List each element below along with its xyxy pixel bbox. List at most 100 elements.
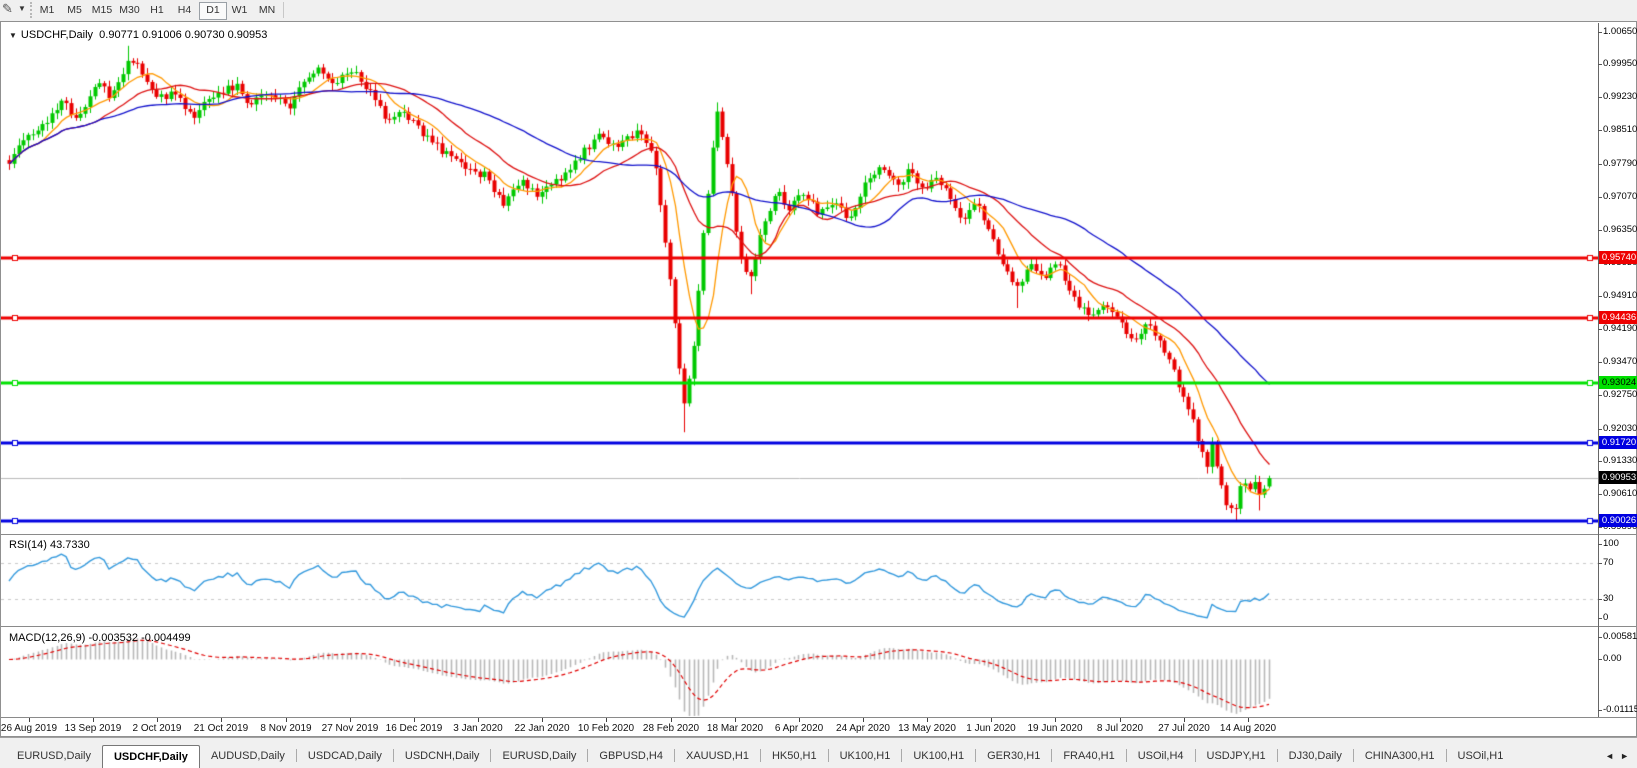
rsi-scale-dash [1598, 544, 1602, 545]
x-axis-tick [1120, 718, 1121, 722]
macd-scale-label: 0.00 [1603, 653, 1622, 664]
current-price-tag: 0.90953 [1599, 471, 1637, 484]
price-line-tag: 0.90026 [1599, 514, 1637, 527]
chart-tab-HK50H1[interactable]: HK50,H1 [761, 746, 828, 766]
rsi-scale-label: 100 [1603, 538, 1619, 549]
chart-tab-USOilH1[interactable]: USOil,H1 [1447, 746, 1515, 766]
macd-scale-label: -0.011151 [1603, 704, 1637, 715]
timeframe-button-M15[interactable]: M15 [89, 2, 115, 18]
price-axis-tick-dash [1598, 163, 1602, 165]
chart-tab-FRA40H1[interactable]: FRA40,H1 [1052, 746, 1125, 766]
macd-canvas[interactable] [1, 628, 1598, 718]
price-axis-tick-dash [1598, 64, 1602, 66]
chart-tab-USOilH4[interactable]: USOil,H4 [1127, 746, 1195, 766]
price-line-tag: 0.95740 [1599, 251, 1637, 264]
chart-tab-DJ30Daily[interactable]: DJ30,Daily [1278, 746, 1353, 766]
price-line-tag: 0.91720 [1599, 436, 1637, 449]
x-axis-tick [1184, 718, 1185, 722]
chart-tab-AUDUSDDaily[interactable]: AUDUSD,Daily [200, 746, 296, 766]
time-axis-border [1, 717, 1636, 718]
timeframe-button-H4[interactable]: H4 [172, 2, 198, 18]
price-axis-tick-dash [1598, 229, 1602, 231]
timeframe-button-M1[interactable]: M1 [34, 2, 60, 18]
x-axis-tick [671, 718, 672, 722]
chart-tab-XAUUSDH1[interactable]: XAUUSD,H1 [675, 746, 760, 766]
x-axis-tick [478, 718, 479, 722]
price-line-tag: 0.94436 [1599, 311, 1637, 324]
chart-window: ▼ USDCHF,Daily 0.90771 0.91006 0.90730 0.… [0, 21, 1637, 737]
tab-scroll-arrows: ◄ ► [1601, 751, 1637, 768]
x-axis-tick [286, 718, 287, 722]
price-axis-tick: 0.92030 [1603, 422, 1637, 434]
x-axis-tick [863, 718, 864, 722]
price-axis-tick: 0.99950 [1603, 58, 1637, 70]
rsi-scale-label: 30 [1603, 593, 1614, 604]
tab-scroll-left-icon[interactable]: ◄ [1605, 751, 1614, 761]
panel-splitter-macd[interactable] [1, 626, 1636, 627]
dropdown-caret-icon[interactable]: ▼ [18, 4, 26, 13]
macd-scale-dash [1598, 637, 1602, 638]
x-axis-tick [542, 718, 543, 722]
price-axis-tick-dash [1598, 329, 1602, 331]
price-axis-tick-dash [1598, 296, 1602, 298]
mt4-window: ✎ ▼ M1 M5 M15 M30 H1 H4 D1 W1 MN ▼ USDCHF,Daily 0… [0, 0, 1637, 768]
price-axis-border [1598, 23, 1599, 717]
timeframe-button-H1[interactable]: H1 [144, 2, 170, 18]
price-axis-tick: 0.91330 [1603, 454, 1637, 466]
chart-tab-EURUSDDaily[interactable]: EURUSD,Daily [6, 746, 102, 766]
price-axis-tick: 0.98510 [1603, 124, 1637, 136]
chart-ohlc-values: 0.90771 0.91006 0.90730 0.90953 [99, 29, 268, 41]
panel-splitter-rsi[interactable] [1, 534, 1636, 535]
x-axis-tick [29, 718, 30, 722]
chart-symbol-label: USDCHF,Daily [20, 29, 94, 41]
x-axis-tick [927, 718, 928, 722]
x-axis-tick [991, 718, 992, 722]
chart-tab-USDCNHDaily[interactable]: USDCNH,Daily [394, 746, 491, 766]
rsi-scale-label: 0 [1603, 612, 1609, 623]
price-axis-tick: 1.00650 [1603, 25, 1637, 37]
price-axis-tick-dash [1598, 460, 1602, 462]
rsi-canvas[interactable] [1, 536, 1598, 626]
price-axis-tick: 0.92750 [1603, 389, 1637, 401]
chart-title: ▼ USDCHF,Daily 0.90771 0.91006 0.90730 0.… [9, 29, 267, 41]
chart-tab-GER30H1[interactable]: GER30,H1 [976, 746, 1051, 766]
chart-tab-UK100H1[interactable]: UK100,H1 [829, 746, 902, 766]
chart-tab-GBPUSDH4[interactable]: GBPUSD,H4 [588, 746, 674, 766]
x-axis-tick [1248, 718, 1249, 722]
tab-scroll-right-icon[interactable]: ► [1620, 751, 1629, 761]
macd-scale-dash [1598, 659, 1602, 660]
price-axis-tick-dash [1598, 130, 1602, 132]
x-axis-tick [799, 718, 800, 722]
rsi-scale-dash [1598, 563, 1602, 564]
price-axis-tick: 0.97070 [1603, 190, 1637, 202]
timeframe-button-M30[interactable]: M30 [117, 2, 143, 18]
chart-tab-EURUSDDaily[interactable]: EURUSD,Daily [491, 746, 587, 766]
price-axis-tick-dash [1598, 527, 1602, 529]
x-axis-label: 14 Aug 2020 [1219, 723, 1277, 734]
timeframe-button-M5[interactable]: M5 [62, 2, 88, 18]
chart-menu-icon[interactable]: ▼ [9, 31, 17, 40]
macd-scale-label: 0.005818 [1603, 631, 1637, 642]
chart-tools-icon[interactable]: ✎ [2, 1, 13, 17]
macd-title: MACD(12,26,9) -0.003532 -0.004499 [9, 632, 191, 644]
toolbar-separator [283, 2, 284, 18]
chart-tab-USDJPYH1[interactable]: USDJPY,H1 [1196, 746, 1277, 766]
price-axis-tick: 0.94910 [1603, 290, 1637, 302]
x-axis-tick [350, 718, 351, 722]
chart-tab-CHINA300H1[interactable]: CHINA300,H1 [1354, 746, 1446, 766]
price-axis-tick: 0.96350 [1603, 223, 1637, 235]
timeframe-button-D1[interactable]: D1 [199, 2, 227, 20]
rsi-scale-dash [1598, 599, 1602, 600]
chart-tab-USDCADDaily[interactable]: USDCAD,Daily [297, 746, 393, 766]
timeframe-button-W1[interactable]: W1 [227, 2, 253, 18]
x-axis-tick [414, 718, 415, 722]
chart-tab-bar: EURUSD,Daily USDCHF,Daily AUDUSD,Daily USDC… [0, 737, 1637, 768]
main-chart-canvas[interactable] [1, 23, 1598, 534]
timeframe-button-MN[interactable]: MN [254, 2, 280, 18]
price-axis-tick-dash [1598, 196, 1602, 198]
price-axis-tick-dash [1598, 395, 1602, 397]
x-axis-tick [606, 718, 607, 722]
chart-tab-USDCHFDaily[interactable]: USDCHF,Daily [101, 745, 200, 768]
chart-tab-UK100H1[interactable]: UK100,H1 [902, 746, 975, 766]
rsi-scale-label: 70 [1603, 557, 1614, 568]
